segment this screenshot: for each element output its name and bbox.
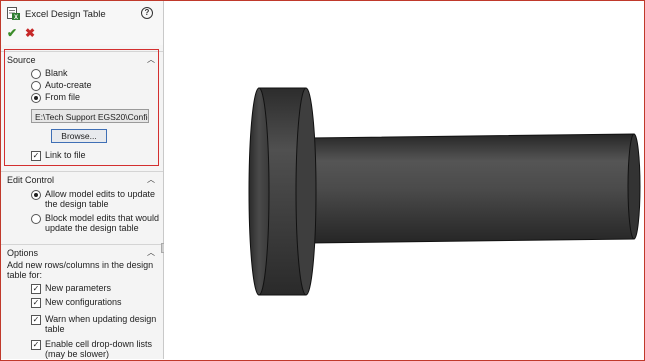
- block-model-edits-label: Block model edits that would update the …: [45, 213, 160, 233]
- excel-design-table-icon: X: [7, 7, 20, 20]
- new-parameters-label: New parameters: [45, 283, 112, 293]
- ok-checkmark-icon[interactable]: ✔: [7, 27, 17, 39]
- checkbox-checked[interactable]: ✓: [31, 315, 41, 325]
- radio-button[interactable]: [31, 214, 41, 224]
- warn-updating-label: Warn when updating design table: [45, 314, 157, 334]
- chevron-up-icon[interactable]: ︿: [147, 174, 155, 185]
- checkbox-checked[interactable]: ✓: [31, 298, 41, 308]
- options-group: Options ︿ Add new rows/columns in the de…: [1, 244, 163, 359]
- cancel-x-icon[interactable]: ✖: [25, 27, 35, 39]
- flange: [248, 87, 317, 296]
- checkbox-checked[interactable]: ✓: [31, 284, 41, 294]
- enable-dropdown-label: Enable cell drop-down lists (may be slow…: [45, 339, 153, 359]
- new-parameters-checkbox[interactable]: ✓ New parameters: [31, 283, 111, 294]
- edit-control-label: Edit Control: [7, 175, 55, 185]
- options-description: Add new rows/columns in the design table…: [7, 260, 154, 280]
- edit-control-group-header[interactable]: Edit Control ︿: [1, 171, 163, 186]
- svg-text:X: X: [14, 15, 18, 20]
- checkbox-checked[interactable]: ✓: [31, 340, 41, 350]
- panel-header: X Excel Design Table ? ✔ ✖: [1, 1, 163, 45]
- warn-updating-checkbox[interactable]: ✓ Warn when updating design table: [31, 314, 163, 334]
- allow-model-edits-label: Allow model edits to update the design t…: [45, 189, 156, 209]
- help-icon[interactable]: ?: [141, 7, 153, 19]
- graphics-viewport[interactable]: [164, 1, 643, 359]
- panel-title: Excel Design Table: [25, 9, 106, 20]
- options-label: Options: [7, 248, 39, 258]
- property-manager-panel: X Excel Design Table ? ✔ ✖ Source ︿ Blan…: [1, 1, 164, 359]
- source-highlight-box: [4, 49, 159, 166]
- cylinder-part-model[interactable]: [164, 1, 643, 359]
- radio-allow-model-edits[interactable]: Allow model edits to update the design t…: [31, 189, 163, 209]
- radio-block-model-edits[interactable]: Block model edits that would update the …: [31, 213, 163, 233]
- new-configurations-label: New configurations: [45, 297, 122, 307]
- chevron-up-icon[interactable]: ︿: [147, 247, 155, 258]
- enable-dropdown-checkbox[interactable]: ✓ Enable cell drop-down lists (may be sl…: [31, 339, 163, 359]
- new-configurations-checkbox[interactable]: ✓ New configurations: [31, 297, 122, 308]
- options-group-header[interactable]: Options ︿: [1, 244, 163, 259]
- radio-button-selected[interactable]: [31, 190, 41, 200]
- shaft: [308, 133, 641, 244]
- edit-control-group: Edit Control ︿ Allow model edits to upda…: [1, 171, 163, 239]
